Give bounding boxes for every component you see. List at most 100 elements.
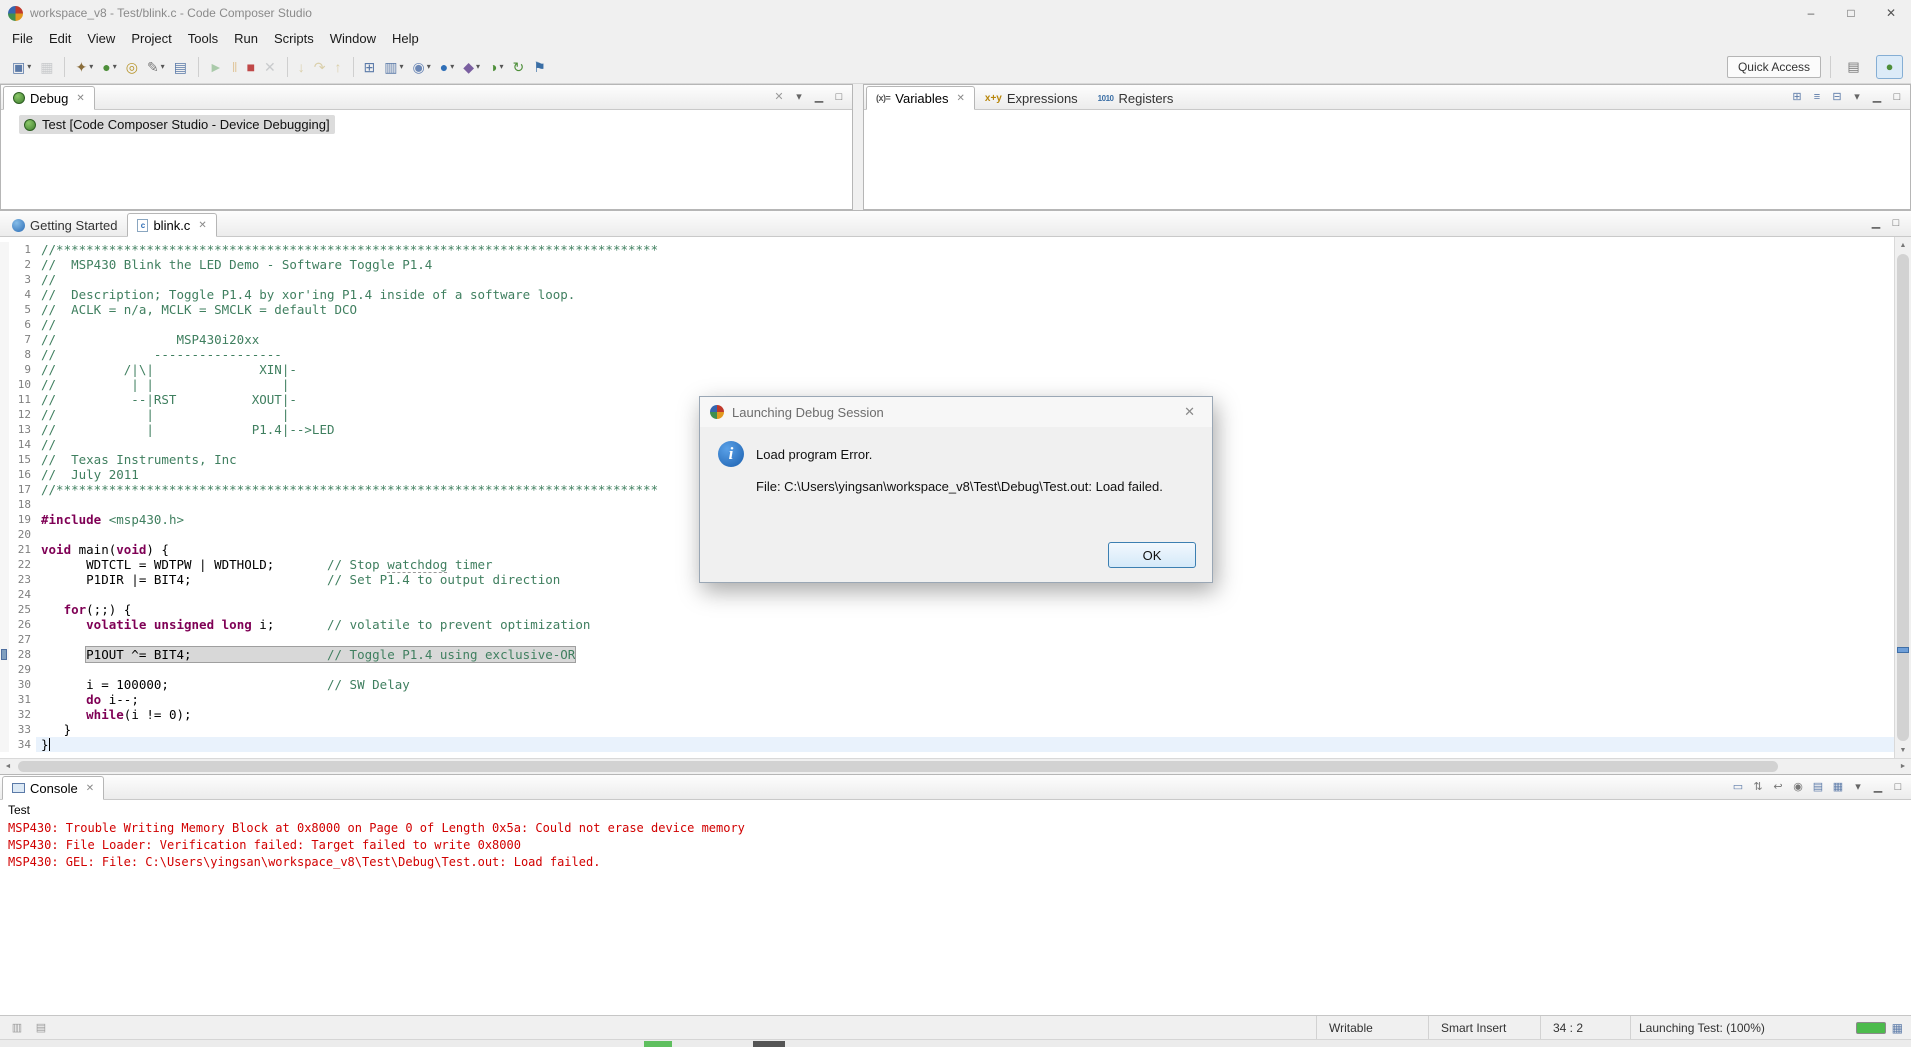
- line-number[interactable]: 18: [9, 497, 36, 512]
- line-number[interactable]: 27: [9, 632, 36, 647]
- line-number[interactable]: 28: [9, 647, 36, 662]
- code-text[interactable]: // | | |: [36, 377, 1894, 392]
- annotation-column[interactable]: [0, 347, 9, 362]
- progress-view-icon[interactable]: ▦: [1892, 1021, 1903, 1035]
- vertical-scroll-thumb[interactable]: [1897, 254, 1909, 741]
- tab-expressions[interactable]: x+y Expressions: [975, 86, 1088, 110]
- menu-view[interactable]: View: [79, 28, 123, 49]
- view-menu-icon[interactable]: ▾: [790, 88, 808, 105]
- annotation-column[interactable]: [0, 722, 9, 737]
- maximize-icon[interactable]: □: [830, 88, 848, 105]
- line-number[interactable]: 31: [9, 692, 36, 707]
- profile-icon[interactable]: ◑ ▾: [485, 56, 507, 78]
- edit-source-dropdown-icon[interactable]: ▾: [161, 62, 165, 71]
- trace-highlight-dropdown-icon[interactable]: ▾: [476, 62, 480, 71]
- debug-icon[interactable]: ● ▾: [98, 56, 120, 78]
- line-number[interactable]: 33: [9, 722, 36, 737]
- code-text[interactable]: }: [36, 737, 1894, 752]
- code-text[interactable]: }: [36, 722, 1894, 737]
- show-logical-structure-icon[interactable]: ≡: [1808, 88, 1826, 105]
- minimize-icon[interactable]: ▁: [1867, 214, 1885, 231]
- annotation-column[interactable]: [0, 572, 9, 587]
- annotation-column[interactable]: [0, 407, 9, 422]
- edit-mode-icon[interactable]: ▤: [32, 1019, 50, 1036]
- maximize-icon[interactable]: □: [1888, 88, 1906, 105]
- ok-button[interactable]: OK: [1108, 542, 1196, 568]
- vertical-scrollbar[interactable]: ▲ ▼: [1894, 237, 1911, 758]
- annotation-column[interactable]: [0, 527, 9, 542]
- scroll-left-icon[interactable]: ◄: [0, 763, 16, 770]
- ccs-edit-perspective-button[interactable]: ▤: [1840, 55, 1867, 79]
- code-text[interactable]: P1OUT ^= BIT4; // Toggle P1.4 using excl…: [36, 646, 1894, 663]
- new-wizard-dropdown-icon[interactable]: ▾: [27, 62, 31, 71]
- line-number[interactable]: 25: [9, 602, 36, 617]
- line-number[interactable]: 34: [9, 737, 36, 752]
- flag-target-icon[interactable]: ⚑: [529, 56, 550, 78]
- scroll-down-icon[interactable]: ▼: [1895, 742, 1911, 758]
- tab-debug[interactable]: Debug ✕: [3, 86, 95, 110]
- debug-dropdown-icon[interactable]: ▾: [113, 62, 117, 71]
- line-number[interactable]: 17: [9, 482, 36, 497]
- minimize-window-button[interactable]: –: [1791, 0, 1831, 26]
- annotation-column[interactable]: [0, 482, 9, 497]
- line-number[interactable]: 13: [9, 422, 36, 437]
- dialog-title-bar[interactable]: Launching Debug Session ✕: [700, 397, 1212, 427]
- line-number[interactable]: 16: [9, 467, 36, 482]
- code-text[interactable]: while(i != 0);: [36, 707, 1894, 722]
- display-selected-console-icon[interactable]: ▤: [1809, 778, 1827, 795]
- code-text[interactable]: [36, 632, 1894, 647]
- scroll-lock-icon[interactable]: ⇅: [1749, 778, 1767, 795]
- annotation-column[interactable]: [0, 437, 9, 452]
- minimize-icon[interactable]: ▁: [1868, 88, 1886, 105]
- menu-tools[interactable]: Tools: [180, 28, 226, 49]
- build-hammer-dropdown-icon[interactable]: ▾: [89, 62, 93, 71]
- menu-run[interactable]: Run: [226, 28, 266, 49]
- line-number[interactable]: 4: [9, 287, 36, 302]
- watch-expression-icon[interactable]: ◉ ▾: [409, 56, 435, 78]
- annotation-column[interactable]: [0, 662, 9, 677]
- annotation-column[interactable]: [0, 377, 9, 392]
- target-sync-icon[interactable]: ↻: [509, 56, 529, 78]
- annotation-column[interactable]: [0, 287, 9, 302]
- minimize-icon[interactable]: ▁: [810, 88, 828, 105]
- pin-console-icon[interactable]: ◉: [1789, 778, 1807, 795]
- line-number[interactable]: 12: [9, 407, 36, 422]
- collapse-all-icon[interactable]: ⊟: [1828, 88, 1846, 105]
- menu-scripts[interactable]: Scripts: [266, 28, 322, 49]
- title-bar[interactable]: workspace_v8 - Test/blink.c - Code Compo…: [0, 0, 1911, 26]
- ccs-debug-perspective-button[interactable]: ●: [1876, 54, 1903, 79]
- code-text[interactable]: volatile unsigned long i; // volatile to…: [36, 617, 1894, 632]
- code-text[interactable]: do i--;: [36, 692, 1894, 707]
- line-number[interactable]: 1: [9, 242, 36, 257]
- annotation-column[interactable]: [0, 737, 9, 752]
- profile-dropdown-icon[interactable]: ▾: [499, 62, 503, 71]
- close-window-button[interactable]: ✕: [1871, 0, 1911, 26]
- console-output[interactable]: MSP430: Trouble Writing Memory Block at …: [0, 820, 1911, 871]
- code-text[interactable]: // /|\| XIN|-: [36, 362, 1894, 377]
- word-wrap-icon[interactable]: ↩: [1769, 778, 1787, 795]
- quick-access-button[interactable]: Quick Access: [1726, 55, 1821, 78]
- line-number[interactable]: 11: [9, 392, 36, 407]
- line-number[interactable]: 7: [9, 332, 36, 347]
- annotation-column[interactable]: [0, 542, 9, 557]
- annotation-column[interactable]: [0, 242, 9, 257]
- scroll-up-icon[interactable]: ▲: [1895, 237, 1911, 253]
- annotation-column[interactable]: [0, 392, 9, 407]
- variables-view-body[interactable]: [864, 110, 1910, 209]
- code-text[interactable]: //**************************************…: [36, 242, 1894, 257]
- menu-help[interactable]: Help: [384, 28, 427, 49]
- code-text[interactable]: // ACLK = n/a, MCLK = SMCLK = default DC…: [36, 302, 1894, 317]
- debug-launch-tree-item[interactable]: Test [Code Composer Studio - Device Debu…: [19, 115, 335, 134]
- open-console-icon[interactable]: ▦: [1829, 778, 1847, 795]
- clear-console-icon[interactable]: ▭: [1729, 778, 1747, 795]
- line-number[interactable]: 21: [9, 542, 36, 557]
- build-hammer-icon[interactable]: ✦ ▾: [71, 56, 97, 78]
- code-text[interactable]: //: [36, 317, 1894, 332]
- horizontal-scroll-thumb[interactable]: [18, 761, 1778, 772]
- breakpoints-icon[interactable]: ● ▾: [436, 56, 458, 78]
- overview-annotation-mark[interactable]: [1897, 647, 1909, 653]
- code-text[interactable]: // -----------------: [36, 347, 1894, 362]
- code-text[interactable]: i = 100000; // SW Delay: [36, 677, 1894, 692]
- line-number[interactable]: 6: [9, 317, 36, 332]
- annotation-column[interactable]: [0, 332, 9, 347]
